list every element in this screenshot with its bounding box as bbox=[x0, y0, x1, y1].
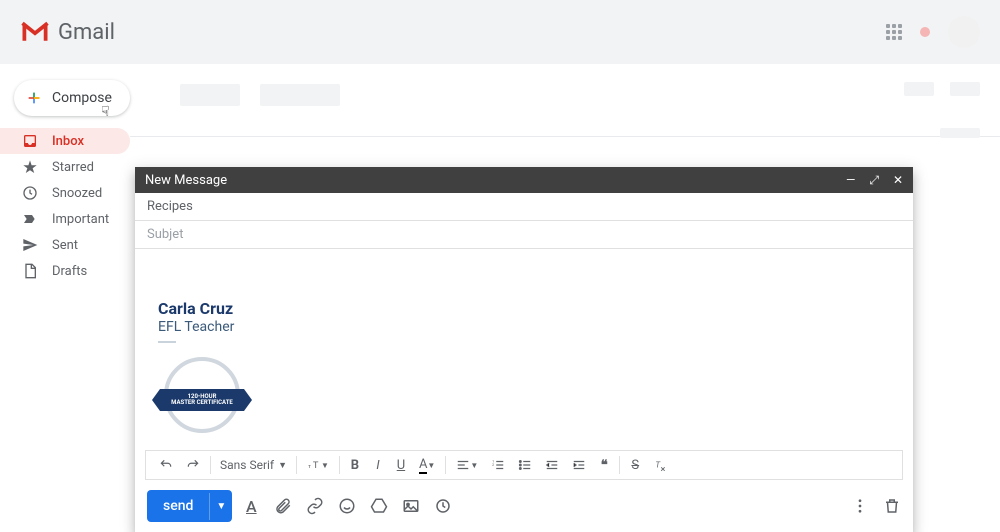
sidebar-item-drafts[interactable]: Drafts bbox=[0, 258, 130, 284]
bold-icon[interactable]: B bbox=[345, 455, 365, 476]
italic-icon[interactable]: I bbox=[368, 455, 388, 476]
compose-window: New Message — ⤢ ✕ Recipes Subjet Carla C… bbox=[135, 167, 913, 532]
sidebar-item-inbox[interactable]: Inbox bbox=[0, 128, 130, 154]
compose-title: New Message bbox=[145, 173, 227, 188]
sidebar-item-starred[interactable]: Starred bbox=[0, 154, 130, 180]
notification-dot[interactable] bbox=[920, 27, 930, 37]
sidebar-item-important[interactable]: Important bbox=[0, 206, 130, 232]
drafts-icon bbox=[22, 263, 38, 279]
signature-name: Carla Cruz bbox=[158, 299, 895, 318]
numbered-list-icon[interactable]: 12 bbox=[486, 455, 510, 475]
undo-icon[interactable] bbox=[154, 455, 178, 475]
account-avatar[interactable] bbox=[948, 16, 980, 48]
sidebar-item-label: Inbox bbox=[52, 134, 84, 149]
subject-field[interactable]: Subjet bbox=[135, 221, 913, 249]
gmail-wordmark: Gmail bbox=[58, 20, 115, 45]
important-icon bbox=[22, 211, 38, 227]
text-color-icon[interactable]: A▼ bbox=[414, 454, 440, 477]
compose-titlebar[interactable]: New Message — ⤢ ✕ bbox=[135, 167, 913, 193]
redo-icon[interactable] bbox=[181, 455, 205, 475]
indent-more-icon[interactable] bbox=[567, 455, 591, 475]
close-icon[interactable]: ✕ bbox=[893, 174, 903, 186]
sidebar-item-label: Starred bbox=[52, 160, 94, 175]
svg-text:т: т bbox=[308, 464, 311, 470]
svg-text:2: 2 bbox=[492, 463, 494, 467]
minimize-icon[interactable]: — bbox=[846, 174, 855, 186]
font-family-select[interactable]: Sans Serif▼ bbox=[216, 458, 291, 472]
clock-icon bbox=[22, 185, 38, 201]
content-area: New Message — ⤢ ✕ Recipes Subjet Carla C… bbox=[130, 64, 1000, 500]
gmail-logo[interactable]: Gmail bbox=[20, 20, 115, 45]
send-button[interactable]: send bbox=[147, 490, 209, 522]
strikethrough-icon[interactable]: S bbox=[625, 455, 645, 476]
compose-bottom-bar: send ▼ A bbox=[135, 480, 913, 532]
sidebar-item-label: Drafts bbox=[52, 264, 87, 279]
compose-body[interactable]: Carla Cruz EFL Teacher BridgeTEFL 120-HO… bbox=[135, 249, 913, 450]
email-signature: Carla Cruz EFL Teacher BridgeTEFL 120-HO… bbox=[158, 299, 895, 439]
app-header: Gmail bbox=[0, 0, 1000, 64]
sent-icon bbox=[22, 237, 38, 253]
sidebar-item-label: Important bbox=[52, 212, 109, 227]
font-size-icon[interactable]: тT▼ bbox=[302, 455, 334, 475]
sidebar: Compose Inbox Starred Snoozed Important … bbox=[0, 64, 130, 500]
gmail-m-icon bbox=[20, 20, 50, 44]
sidebar-item-label: Sent bbox=[52, 238, 78, 253]
compose-button[interactable]: Compose bbox=[14, 80, 130, 116]
quote-icon[interactable]: ❝ bbox=[594, 455, 614, 476]
align-icon[interactable]: ▼ bbox=[451, 455, 483, 475]
svg-text:T: T bbox=[656, 459, 662, 469]
send-button-group: send ▼ bbox=[147, 490, 232, 522]
sidebar-item-snoozed[interactable]: Snoozed bbox=[0, 180, 130, 206]
sidebar-item-sent[interactable]: Sent bbox=[0, 232, 130, 258]
sidebar-item-label: Snoozed bbox=[52, 186, 102, 201]
remove-format-icon[interactable]: T bbox=[648, 455, 672, 475]
signature-title: EFL Teacher bbox=[158, 319, 895, 335]
plus-icon bbox=[26, 90, 42, 106]
recipients-field[interactable]: Recipes bbox=[135, 193, 913, 221]
send-options-dropdown[interactable]: ▼ bbox=[209, 493, 232, 520]
inbox-icon bbox=[22, 133, 38, 149]
certificate-badge: BridgeTEFL 120-HOUR MASTER CERTIFICATE bbox=[158, 351, 246, 439]
indent-less-icon[interactable] bbox=[540, 455, 564, 475]
svg-text:T: T bbox=[313, 460, 319, 471]
bullet-list-icon[interactable] bbox=[513, 455, 537, 475]
expand-icon[interactable]: ⤢ bbox=[869, 174, 879, 186]
underline-icon[interactable]: U bbox=[391, 455, 411, 476]
star-icon bbox=[22, 159, 38, 175]
format-toolbar: Sans Serif▼ тT▼ B I U A▼ ▼ 12 ❝ S T bbox=[145, 450, 903, 480]
header-actions bbox=[886, 16, 980, 48]
apps-grid-icon[interactable] bbox=[886, 24, 902, 40]
compose-label: Compose bbox=[52, 90, 112, 106]
